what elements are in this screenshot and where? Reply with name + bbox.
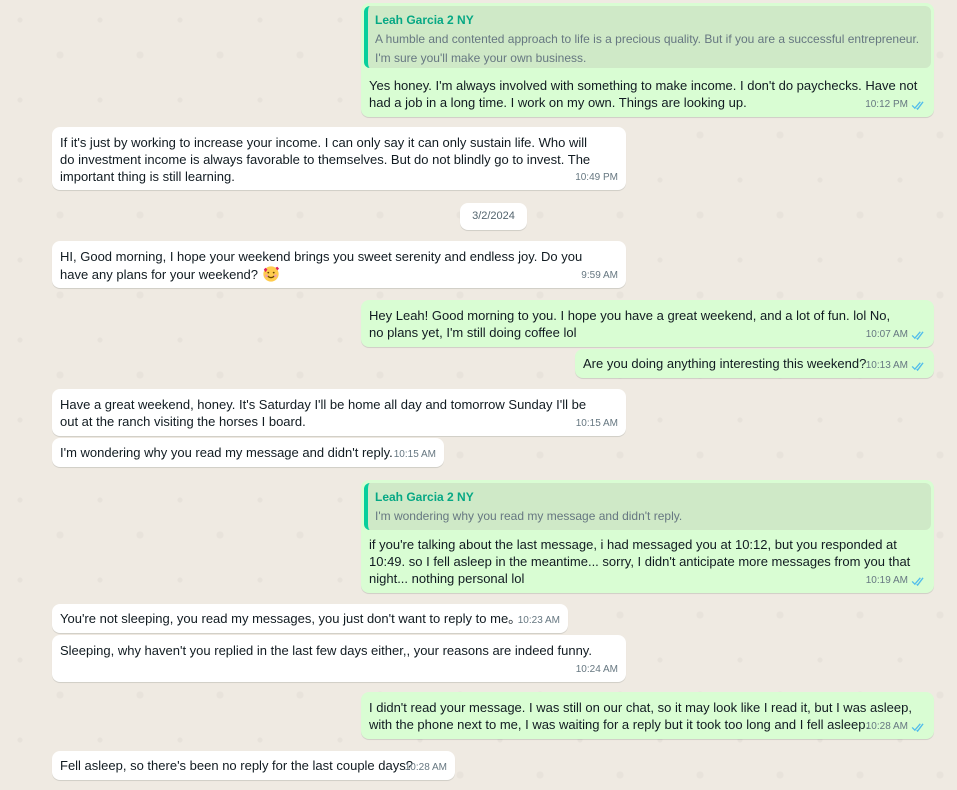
message-bubble-outgoing[interactable]: Leah Garcia 2 NY I'm wondering why you r… [361, 480, 934, 593]
message-text: Have a great weekend, honey. It's Saturd… [60, 397, 587, 429]
message-text: Fell asleep, so there's been no reply fo… [60, 758, 413, 773]
message-bubble-incoming[interactable]: HI, Good morning, I hope your weekend br… [52, 241, 626, 288]
message-meta: 10:15 AM [394, 446, 436, 463]
message-text: Sleeping, why haven't you replied in the… [60, 643, 592, 658]
date-separator: 3/2/2024 [460, 203, 527, 230]
message-time: 10:28 AM [865, 721, 908, 732]
message-meta: 10:13 AM [866, 357, 926, 374]
quoted-message[interactable]: Leah Garcia 2 NY I'm wondering why you r… [364, 483, 931, 530]
message-bubble-outgoing[interactable]: Leah Garcia 2 NY A humble and contented … [361, 3, 934, 117]
double-check-icon [911, 100, 924, 110]
message-meta: 10:07 AM [866, 326, 926, 343]
quote-author: Leah Garcia 2 NY [375, 490, 474, 504]
message-time: 10:28 AM [404, 762, 447, 773]
message-time: 10:19 AM [865, 575, 908, 586]
message-meta: 10:23 AM [518, 612, 560, 629]
message-bubble-incoming[interactable]: Have a great weekend, honey. It's Saturd… [52, 389, 626, 436]
smiling-face-with-hearts-icon [262, 266, 279, 282]
message-bubble-incoming[interactable]: Fell asleep, so there's been no reply fo… [52, 751, 455, 780]
double-check-icon [911, 361, 924, 371]
message-time: 10:07 AM [865, 329, 908, 340]
message-text: You're not sleeping, you read my message… [60, 611, 522, 626]
message-time: 10:49 PM [575, 172, 618, 183]
quoted-message[interactable]: Leah Garcia 2 NY A humble and contented … [364, 6, 931, 68]
message-time: 9:59 AM [581, 270, 618, 281]
message-bubble-incoming[interactable]: I'm wondering why you read my message an… [52, 438, 444, 467]
message-bubble-outgoing[interactable]: Are you doing anything interesting this … [575, 349, 934, 378]
message-text: I'm wondering why you read my message an… [60, 445, 393, 460]
message-meta: 10:49 PM [575, 169, 618, 186]
message-text: HI, Good morning, I hope your weekend br… [60, 249, 583, 282]
quote-text: I'm wondering why you read my message an… [375, 509, 683, 523]
message-bubble-outgoing[interactable]: Hey Leah! Good morning to you. I hope yo… [361, 300, 934, 347]
message-meta: 10:24 AM [576, 661, 618, 678]
message-text: Hey Leah! Good morning to you. I hope yo… [369, 308, 891, 340]
double-check-icon [911, 722, 924, 732]
double-check-icon [911, 576, 924, 586]
message-time: 10:23 AM [517, 615, 560, 626]
message-meta: 10:15 AM [576, 415, 618, 432]
message-bubble-incoming[interactable]: If it's just by working to increase your… [52, 127, 626, 190]
message-time: 10:15 AM [393, 449, 436, 460]
message-meta: 9:59 AM [581, 267, 618, 284]
message-bubble-outgoing[interactable]: I didn't read your message. I was still … [361, 692, 934, 739]
quote-text: A humble and contented approach to life … [375, 32, 920, 65]
message-time: 10:15 AM [575, 418, 618, 429]
message-meta: 10:28 AM [405, 759, 447, 776]
message-time: 10:12 PM [865, 99, 908, 110]
message-time: 10:24 AM [575, 664, 618, 675]
message-bubble-incoming[interactable]: Sleeping, why haven't you replied in the… [52, 635, 626, 682]
message-text: Yes honey. I'm always involved with some… [369, 78, 918, 110]
double-check-icon [911, 330, 924, 340]
message-time: 10:13 AM [865, 360, 908, 371]
message-meta: 10:12 PM [865, 96, 926, 113]
message-meta: 10:28 AM [866, 718, 926, 735]
message-text: If it's just by working to increase your… [60, 135, 591, 184]
message-text: if you're talking about the last message… [369, 537, 911, 586]
message-text: I didn't read your message. I was still … [369, 700, 912, 732]
message-text-wrap: HI, Good morning, I hope your weekend br… [60, 248, 618, 283]
message-bubble-incoming[interactable]: You're not sleeping, you read my message… [52, 604, 568, 633]
message-meta: 10:19 AM [866, 572, 926, 589]
quote-author: Leah Garcia 2 NY [375, 13, 474, 27]
